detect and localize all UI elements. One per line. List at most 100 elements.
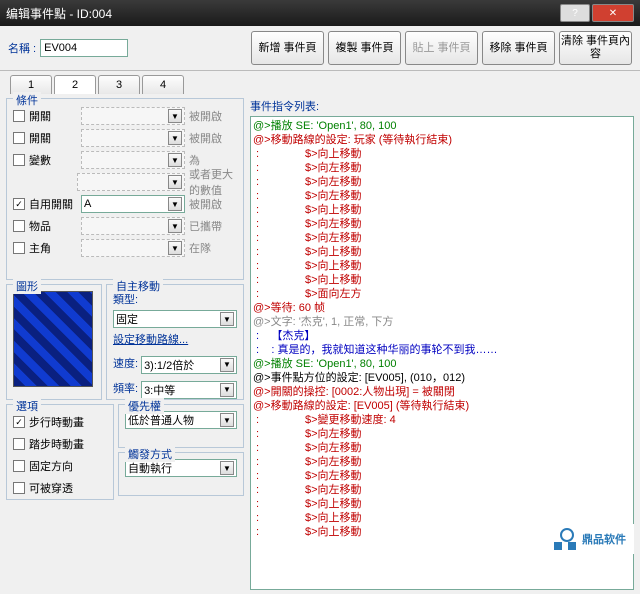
conditions-group: 條件 開關▼被開啟開關▼被開啟變數▼為▼或者更大的數值✓自用開關A▼被開啟物品▼… <box>6 98 244 280</box>
event-list-label: 事件指令列表: <box>250 98 634 114</box>
step-checkbox[interactable] <box>13 438 25 450</box>
automove-title: 自主移動 <box>113 278 163 294</box>
condition-row: 開關▼被開啟 <box>13 127 237 149</box>
event-line[interactable]: @>移動路線的設定: 玩家 (等待執行結束) <box>253 133 631 147</box>
event-line[interactable]: : $>向上移動 <box>253 273 631 287</box>
condition-select[interactable]: A▼ <box>81 195 185 213</box>
tab-2[interactable]: 2 <box>54 75 96 94</box>
event-line[interactable]: @>播放 SE: 'Open1', 80, 100 <box>253 119 631 133</box>
fixdir-checkbox[interactable] <box>13 460 25 472</box>
speed-select[interactable]: 3):1/2倍於▼ <box>141 356 237 374</box>
remove-page-button[interactable]: 移除 事件頁 <box>482 31 555 65</box>
speed-label: 速度: <box>113 355 138 371</box>
options-group: 選項 ✓步行時動畫 踏步時動畫 固定方向 可被穿透 <box>6 404 114 500</box>
condition-checkbox[interactable] <box>13 242 25 254</box>
event-line[interactable]: : $>向左移動 <box>253 483 631 497</box>
condition-checkbox[interactable] <box>13 154 25 166</box>
condition-select: ▼ <box>81 239 185 257</box>
name-input[interactable] <box>40 39 128 57</box>
type-select[interactable]: 固定▼ <box>113 310 237 328</box>
event-line[interactable]: : $>面向左方 <box>253 287 631 301</box>
left-column: 條件 開關▼被開啟開關▼被開啟變數▼為▼或者更大的數值✓自用開關A▼被開啟物品▼… <box>6 98 244 590</box>
paste-page-button[interactable]: 貼上 事件頁 <box>405 31 478 65</box>
work-area: 條件 開關▼被開啟開關▼被開啟變數▼為▼或者更大的數值✓自用開關A▼被開啟物品▼… <box>0 94 640 594</box>
event-line[interactable]: : $>向左移動 <box>253 441 631 455</box>
condition-checkbox[interactable]: ✓ <box>13 198 25 210</box>
window-title: 编辑事件點 - ID:004 <box>6 5 112 22</box>
event-line[interactable]: : 【杰克】 <box>253 329 631 343</box>
condition-row: 物品▼已攜帶 <box>13 215 237 237</box>
condition-select: ▼ <box>77 173 185 191</box>
event-line[interactable]: : $>向上移動 <box>253 497 631 511</box>
window-buttons: ? ✕ <box>560 4 634 22</box>
condition-select: ▼ <box>81 129 185 147</box>
graphic-preview[interactable] <box>13 291 93 387</box>
chevron-down-icon: ▼ <box>168 175 182 189</box>
condition-select: ▼ <box>81 217 185 235</box>
chevron-down-icon: ▼ <box>168 131 182 145</box>
options-title: 選項 <box>13 398 41 414</box>
event-line[interactable]: @>移動路線的設定: [EV005] (等待執行結束) <box>253 399 631 413</box>
trigger-group: 觸發方式 自動執行▼ <box>118 452 244 496</box>
page-tabs: 1 2 3 4 <box>0 71 640 94</box>
priority-title: 優先權 <box>125 398 164 414</box>
name-label: 名稱 : <box>8 40 36 56</box>
top-toolbar: 名稱 : 新增 事件頁 複製 事件頁 貼上 事件頁 移除 事件頁 清除 事件頁內… <box>0 26 640 71</box>
event-line[interactable]: : $>向左移動 <box>253 161 631 175</box>
event-line[interactable]: @>開關的操控: [0002:人物出現] = 被關閉 <box>253 385 631 399</box>
help-button[interactable]: ? <box>560 4 590 22</box>
clear-page-button[interactable]: 清除 事件頁內容 <box>559 31 632 65</box>
event-line[interactable]: : : 真是的，我就知道这种华丽的事轮不到我…… <box>253 343 631 357</box>
condition-row: ▼或者更大的數值 <box>13 171 237 193</box>
chevron-down-icon: ▼ <box>220 383 234 397</box>
route-link[interactable]: 設定移動路線... <box>113 331 237 347</box>
new-page-button[interactable]: 新增 事件頁 <box>251 31 324 65</box>
event-line[interactable]: : $>向左移動 <box>253 231 631 245</box>
through-checkbox[interactable] <box>13 482 25 494</box>
tab-4[interactable]: 4 <box>142 75 184 94</box>
event-line[interactable]: @>等待: 60 帧 <box>253 301 631 315</box>
close-button[interactable]: ✕ <box>592 4 634 22</box>
event-line[interactable]: : $>向左移動 <box>253 427 631 441</box>
event-line[interactable]: : $>向左移動 <box>253 175 631 189</box>
graphic-group: 圖形 <box>6 284 102 400</box>
event-line[interactable]: : $>向左移動 <box>253 189 631 203</box>
event-line[interactable]: : $>向左移動 <box>253 455 631 469</box>
event-list[interactable]: @>播放 SE: 'Open1', 80, 100@>移動路線的設定: 玩家 (… <box>250 116 634 590</box>
graphic-title: 圖形 <box>13 278 41 294</box>
conditions-title: 條件 <box>13 92 41 108</box>
freq-label: 頻率: <box>113 380 138 396</box>
chevron-down-icon: ▼ <box>220 358 234 372</box>
chevron-down-icon: ▼ <box>168 241 182 255</box>
chevron-down-icon: ▼ <box>220 461 234 475</box>
event-line[interactable]: : $>向上移動 <box>253 245 631 259</box>
automove-group: 自主移動 類型: 固定▼ 設定移動路線... 速度:3):1/2倍於▼ 頻率:3… <box>106 284 244 400</box>
title-bar: 编辑事件點 - ID:004 ? ✕ <box>0 0 640 26</box>
trigger-title: 觸發方式 <box>125 446 175 462</box>
chevron-down-icon: ▼ <box>168 153 182 167</box>
event-line[interactable]: : $>向上移動 <box>253 511 631 525</box>
copy-page-button[interactable]: 複製 事件頁 <box>328 31 401 65</box>
condition-checkbox[interactable] <box>13 132 25 144</box>
event-line[interactable]: : $>向左移動 <box>253 469 631 483</box>
event-line[interactable]: : $>變更移動速度: 4 <box>253 413 631 427</box>
priority-group: 優先權 低於普通人物▼ <box>118 404 244 448</box>
event-line[interactable]: : $>向左移動 <box>253 217 631 231</box>
event-line[interactable]: @>文字: '杰克', 1, 正常, 下方 <box>253 315 631 329</box>
event-line[interactable]: : $>向上移動 <box>253 147 631 161</box>
condition-checkbox[interactable] <box>13 110 25 122</box>
condition-checkbox[interactable] <box>13 220 25 232</box>
watermark: 鼎品软件 <box>546 524 634 554</box>
event-line[interactable]: @>事件點方位的設定: [EV005], (010，012) <box>253 371 631 385</box>
event-line[interactable]: : $>向上移動 <box>253 203 631 217</box>
tab-3[interactable]: 3 <box>98 75 140 94</box>
event-line[interactable]: @>播放 SE: 'Open1', 80, 100 <box>253 357 631 371</box>
event-line[interactable]: : $>向上移動 <box>253 259 631 273</box>
chevron-down-icon: ▼ <box>168 219 182 233</box>
chevron-down-icon: ▼ <box>168 109 182 123</box>
right-column: 事件指令列表: @>播放 SE: 'Open1', 80, 100@>移動路線的… <box>250 98 634 590</box>
walk-checkbox[interactable]: ✓ <box>13 416 25 428</box>
freq-select[interactable]: 3:中等▼ <box>141 381 237 399</box>
watermark-text: 鼎品软件 <box>582 531 626 547</box>
chevron-down-icon: ▼ <box>168 197 182 211</box>
